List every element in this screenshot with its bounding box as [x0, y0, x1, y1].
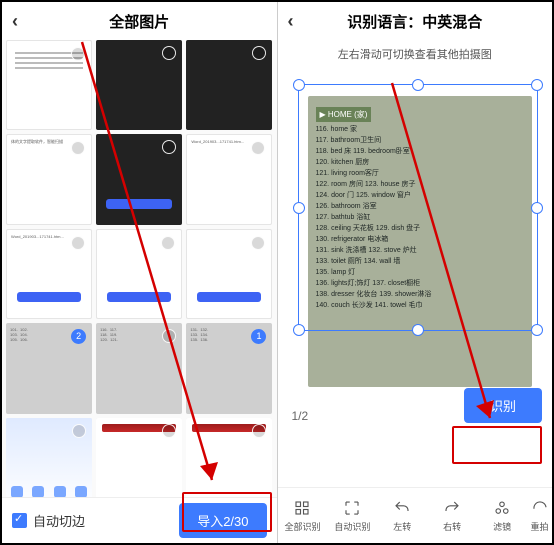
thumb[interactable]: Word_201903...171741.htm... — [186, 134, 272, 224]
thumb[interactable]: 体的文字提取软件，智能扫描 — [6, 134, 92, 224]
thumb[interactable] — [186, 229, 272, 319]
page-indicator: 1/2 — [292, 409, 309, 423]
swipe-hint: 左右滑动可切换查看其他拍摄图 — [278, 40, 553, 72]
crop-handle[interactable] — [531, 324, 543, 336]
gallery-title: 全部图片 — [109, 11, 169, 32]
gallery-footer: 自动切边 导入2/30 — [2, 497, 277, 543]
selection-badge: 1 — [251, 329, 266, 344]
crop-area[interactable]: ▶ HOME (家) 116. home 家117. bathroom卫生间11… — [278, 72, 553, 487]
back-icon[interactable]: ‹ — [288, 11, 294, 32]
recognize-screen: ‹ 识别语言：中英混合 左右滑动可切换查看其他拍摄图 ▶ HOME (家) 11… — [277, 2, 553, 543]
thumb[interactable] — [6, 418, 92, 497]
tool-retake[interactable]: 重拍 — [527, 499, 552, 533]
thumb[interactable] — [96, 229, 182, 319]
crop-wrapper: ▶ HOME (家) 116. home 家117. bathroom卫生间11… — [308, 96, 533, 387]
thumb[interactable] — [186, 418, 272, 497]
thumb[interactable] — [96, 40, 182, 130]
recognize-header: ‹ 识别语言：中英混合 — [278, 2, 553, 40]
thumb-selected[interactable]: 101. 102.103. 104.105. 106.2 — [6, 323, 92, 413]
gallery-body[interactable]: 体的文字提取软件，智能扫描 Word_201903...171741.htm..… — [2, 40, 277, 497]
autocrop-label: 自动切边 — [33, 511, 85, 530]
thumb[interactable] — [6, 40, 92, 130]
thumb[interactable] — [186, 40, 272, 130]
autocrop-checkbox[interactable] — [12, 513, 27, 528]
thumbnail-grid: 体的文字提取软件，智能扫描 Word_201903...171741.htm..… — [6, 40, 273, 497]
crop-handle[interactable] — [293, 202, 305, 214]
crop-handle[interactable] — [531, 202, 543, 214]
tutorial-screenshot: ‹ 全部图片 体的文字提取软件，智能扫描 Word_201903...17174… — [0, 0, 554, 545]
thumb[interactable] — [96, 418, 182, 497]
gallery-screen: ‹ 全部图片 体的文字提取软件，智能扫描 Word_201903...17174… — [2, 2, 277, 543]
tool-filter[interactable]: 滤镜 — [477, 499, 527, 533]
recognize-title[interactable]: 识别语言：中英混合 — [347, 11, 482, 32]
crop-handle[interactable] — [412, 324, 424, 336]
back-icon[interactable]: ‹ — [12, 11, 18, 32]
crop-handle[interactable] — [293, 324, 305, 336]
crop-handle[interactable] — [531, 79, 543, 91]
crop-frame[interactable] — [298, 84, 539, 331]
crop-handle[interactable] — [412, 79, 424, 91]
thumb[interactable] — [96, 134, 182, 224]
tool-rotate-left[interactable]: 左转 — [377, 499, 427, 533]
thumb[interactable]: 116. 117.118. 119.120. 121. — [96, 323, 182, 413]
toolbar: 全部识别 自动识别 左转 右转 滤镜 重拍 — [278, 487, 553, 543]
thumb[interactable]: Word_201903...171741.htm... — [6, 229, 92, 319]
selection-badge: 2 — [71, 329, 86, 344]
tool-rotate-right[interactable]: 右转 — [427, 499, 477, 533]
tool-auto-recognize[interactable]: 自动识别 — [327, 499, 377, 533]
recognize-button[interactable]: 识别 — [464, 388, 542, 423]
crop-handle[interactable] — [293, 79, 305, 91]
import-button[interactable]: 导入2/30 — [179, 503, 266, 538]
gallery-header: ‹ 全部图片 — [2, 2, 277, 40]
thumb-selected[interactable]: 131. 132.133. 134.135. 136.1 — [186, 323, 272, 413]
tool-recognize-all[interactable]: 全部识别 — [278, 499, 328, 533]
